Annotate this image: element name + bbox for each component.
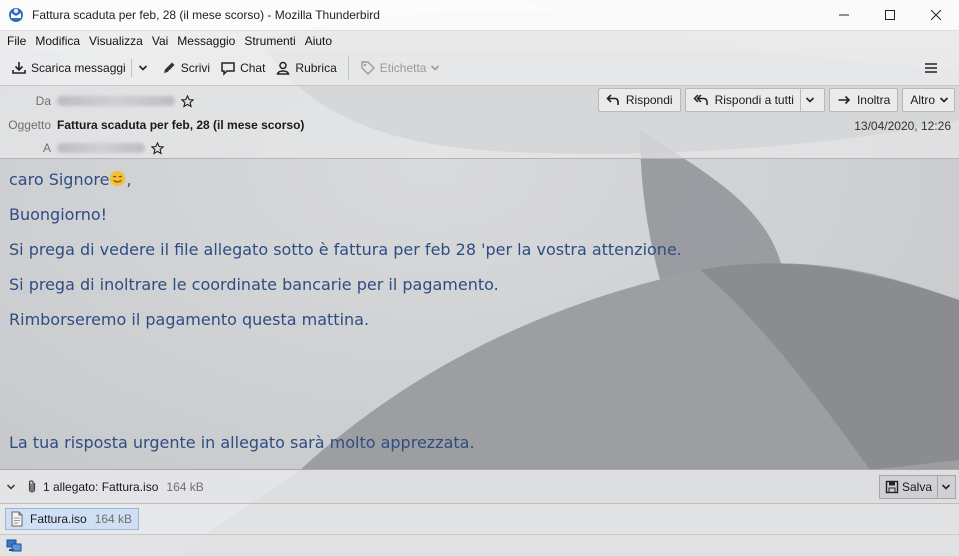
more-label: Altro bbox=[910, 93, 935, 107]
body-line: Rimborseremo il pagamento questa mattina… bbox=[9, 310, 370, 329]
star-icon[interactable] bbox=[181, 94, 194, 108]
tag-button[interactable]: Etichetta bbox=[355, 55, 450, 81]
attachment-list: Fattura.iso 164 kB bbox=[0, 504, 959, 534]
header-actions: Rispondi Rispondi a tutti Inoltra Altro bbox=[597, 88, 955, 112]
menu-modifica[interactable]: Modifica bbox=[31, 34, 85, 48]
attachment-item[interactable]: Fattura.iso 164 kB bbox=[5, 508, 140, 530]
sender-address-redacted bbox=[57, 96, 175, 106]
chat-label: Chat bbox=[240, 61, 266, 75]
save-label: Salva bbox=[901, 480, 932, 494]
body-line: Si prega di inoltrare le coordinate banc… bbox=[9, 275, 499, 294]
get-messages-button[interactable]: Scarica messaggi bbox=[6, 55, 131, 81]
forward-icon bbox=[838, 95, 851, 105]
chevron-down-icon bbox=[431, 65, 440, 71]
menu-messaggio[interactable]: Messaggio bbox=[173, 34, 240, 48]
pencil-icon bbox=[163, 62, 175, 73]
chevron-down-icon bbox=[939, 97, 949, 103]
app-menu-button[interactable] bbox=[919, 55, 947, 81]
star-icon[interactable] bbox=[151, 141, 164, 155]
save-attachment-button[interactable]: Salva bbox=[878, 475, 956, 499]
menu-file[interactable]: File bbox=[3, 34, 31, 48]
reply-icon bbox=[606, 94, 619, 106]
write-button[interactable]: Scrivi bbox=[156, 55, 215, 81]
recipient-address-redacted bbox=[57, 143, 145, 153]
file-icon bbox=[11, 511, 23, 527]
forward-label: Inoltra bbox=[856, 93, 891, 107]
menu-aiuto[interactable]: Aiuto bbox=[301, 34, 337, 48]
smiling-face-emoji-icon bbox=[110, 170, 126, 187]
reply-all-button[interactable]: Rispondi a tutti bbox=[684, 88, 825, 112]
divider bbox=[799, 89, 801, 111]
divider bbox=[937, 476, 938, 498]
chevron-down-icon bbox=[138, 65, 147, 71]
to-label: A bbox=[42, 141, 51, 155]
reply-all-label: Rispondi a tutti bbox=[714, 93, 794, 107]
greeting-line: caro Signore, bbox=[9, 170, 132, 189]
reply-label: Rispondi bbox=[625, 93, 673, 107]
body-line: Si prega di vedere il file allegato sott… bbox=[9, 240, 682, 259]
chat-icon bbox=[221, 62, 235, 76]
attachment-bar: 1 allegato: Fattura.iso 164 kB Salva bbox=[0, 469, 959, 504]
message-date: 13/04/2020, 12:26 bbox=[854, 119, 951, 133]
attachment-name: Fattura.iso bbox=[30, 512, 87, 526]
minimize-button[interactable] bbox=[821, 0, 867, 31]
menu-vai[interactable]: Vai bbox=[148, 34, 173, 48]
main-toolbar: Scarica messaggi Scrivi Chat Rubrica Eti… bbox=[0, 51, 959, 86]
divider bbox=[130, 59, 132, 77]
chevron-down-icon[interactable] bbox=[6, 482, 16, 492]
tag-label: Etichetta bbox=[379, 61, 427, 75]
menu-bar: File Modifica Visualizza Vai Messaggio S… bbox=[0, 31, 959, 51]
from-label: Da bbox=[35, 94, 51, 108]
hamburger-menu-icon bbox=[925, 63, 937, 73]
address-book-button[interactable]: Rubrica bbox=[270, 55, 341, 81]
online-status-icon[interactable] bbox=[6, 539, 22, 553]
body-line: La tua risposta urgente in allegato sarà… bbox=[9, 433, 475, 452]
subject-label: Oggetto bbox=[8, 118, 51, 132]
forward-button[interactable]: Inoltra bbox=[828, 88, 899, 112]
more-button[interactable]: Altro bbox=[902, 88, 955, 112]
subject-row: Oggetto Fattura scaduta per feb, 28 (il … bbox=[0, 118, 304, 132]
attachment-summary-size: 164 kB bbox=[166, 479, 204, 494]
get-messages-dropdown[interactable] bbox=[134, 55, 156, 81]
toolbar-separator bbox=[347, 56, 349, 80]
tag-icon bbox=[361, 61, 375, 75]
menu-strumenti[interactable]: Strumenti bbox=[240, 34, 300, 48]
status-bar bbox=[0, 534, 959, 556]
reply-all-icon bbox=[693, 94, 708, 106]
write-label: Scrivi bbox=[180, 61, 211, 75]
chat-button[interactable]: Chat bbox=[215, 55, 270, 81]
to-row: A bbox=[0, 141, 164, 155]
thunderbird-icon bbox=[8, 7, 24, 23]
message-header: Da Oggetto Fattura scaduta per feb, 28 (… bbox=[0, 86, 959, 159]
chevron-down-icon[interactable] bbox=[805, 95, 815, 105]
greeting-punctuation: , bbox=[126, 170, 132, 189]
paperclip-icon bbox=[28, 479, 36, 492]
chevron-down-icon[interactable] bbox=[941, 482, 951, 492]
close-button[interactable] bbox=[913, 0, 959, 31]
maximize-button[interactable] bbox=[867, 0, 913, 31]
contacts-icon bbox=[277, 61, 290, 75]
address-book-label: Rubrica bbox=[295, 61, 337, 75]
from-row: Da bbox=[0, 94, 194, 108]
window-title: Fattura scaduta per feb, 28 (il mese sco… bbox=[32, 8, 380, 22]
message-body: caro Signore, Buongiorno! Si prega di ve… bbox=[0, 160, 959, 469]
greeting-text: caro Signore bbox=[9, 170, 110, 189]
subject-text: Fattura scaduta per feb, 28 (il mese sco… bbox=[57, 118, 305, 132]
save-icon bbox=[885, 480, 899, 494]
attachment-summary[interactable]: 1 allegato: Fattura.iso bbox=[43, 480, 158, 494]
get-messages-label: Scarica messaggi bbox=[31, 61, 126, 75]
download-icon bbox=[12, 62, 26, 74]
title-bar: Fattura scaduta per feb, 28 (il mese sco… bbox=[0, 0, 959, 31]
menu-visualizza[interactable]: Visualizza bbox=[85, 34, 148, 48]
reply-button[interactable]: Rispondi bbox=[597, 88, 681, 112]
attachment-size: 164 kB bbox=[94, 512, 133, 526]
body-line: Buongiorno! bbox=[9, 205, 108, 224]
